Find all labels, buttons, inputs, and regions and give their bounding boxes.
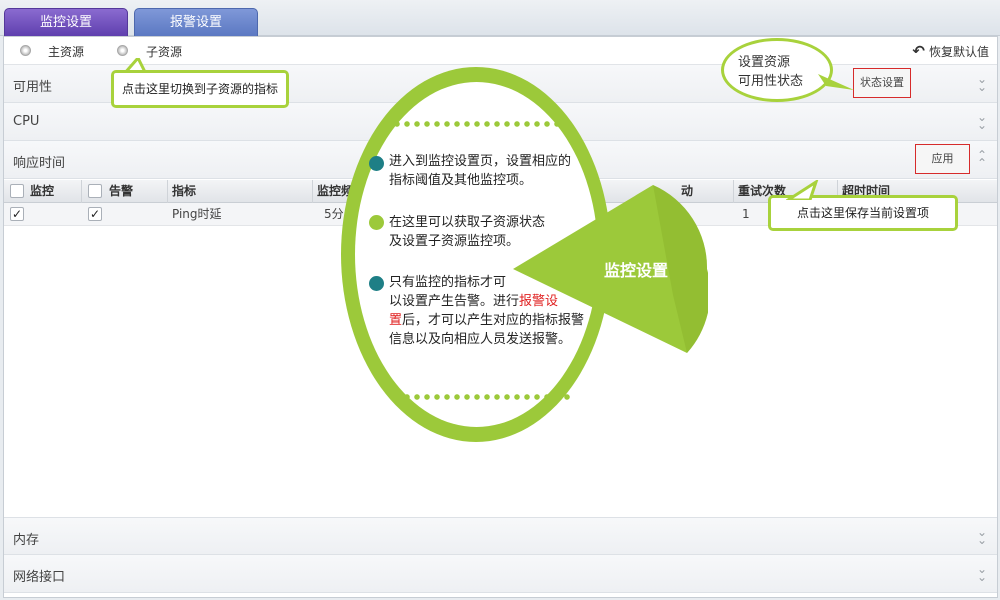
restore-defaults-label: 恢复默认值 [928, 45, 989, 59]
th-monitor: 监控 [26, 180, 82, 203]
alarm-settings-highlight: 报警设 [519, 294, 559, 309]
guide-item-1-line-1: 进入到监控设置页，设置相应的 [389, 154, 572, 169]
apply-button[interactable]: 应用 [915, 144, 970, 174]
chevron-down-icon[interactable]: ⌄ ⌄ [977, 563, 987, 583]
guide-item-2-line-2: 及设置子资源监控项。 [389, 234, 520, 249]
section-cpu-title: CPU [13, 114, 40, 129]
select-all-monitor-checkbox[interactable] [10, 184, 24, 198]
bubble-availability-status: 设置资源 可用性状态 [721, 38, 833, 102]
tab-monitor-settings[interactable]: 监控设置 [4, 8, 128, 36]
teal-bullet-icon [369, 276, 384, 291]
guide-item-3-line-3-text: 后，才可以产生对应的指标报警 [402, 313, 585, 328]
sub-resource-label[interactable]: 子资源 [146, 43, 182, 60]
resource-toggle-bar: 主资源 子资源 ↶ 恢复默认值 [4, 37, 997, 65]
main-resource-radio[interactable] [20, 45, 31, 56]
callout-switch-sub-resource: 点击这里切换到子资源的指标 [111, 70, 289, 108]
teal-bullet-icon [369, 156, 384, 171]
metric-retries: 1 [742, 207, 750, 221]
guide-dots-top [392, 121, 572, 127]
th-alarm: 告警 [105, 180, 168, 203]
monitor-checkbox[interactable]: ✓ [10, 207, 24, 221]
alarm-settings-highlight-end: 置 [389, 313, 403, 328]
guide-item-3-line-1: 只有监控的指标才可 [389, 275, 507, 290]
chevron-down-icon[interactable]: ⌄ ⌄ [977, 526, 987, 546]
callout-save-current: 点击这里保存当前设置项 [768, 195, 958, 231]
tab-alarm-settings[interactable]: 报警设置 [134, 8, 258, 36]
restore-defaults-button[interactable]: ↶ 恢复默认值 [912, 42, 989, 60]
guide-item-3-line-3: 置后，才可以产生对应的指标报警 [389, 311, 604, 330]
guide-dots-bottom [392, 394, 572, 400]
sub-resource-radio[interactable] [117, 45, 128, 56]
guide-title: 监控设置 [604, 261, 669, 280]
bubble-line-1: 设置资源 [738, 55, 791, 70]
guide-item-1: 进入到监控设置页，设置相应的 指标阈值及其他监控项。 [389, 152, 571, 190]
bubble-line-2: 可用性状态 [738, 74, 804, 89]
callout-pointer [786, 180, 819, 200]
bubble-pointer [818, 74, 854, 90]
guide-item-3-line-2-text: 以设置产生告警。进行 [389, 294, 520, 309]
section-network-title: 网络接口 [13, 570, 66, 585]
section-memory[interactable]: 内存 ⌄ ⌄ [4, 517, 997, 555]
top-tab-bar: 监控设置 报警设置 [0, 0, 1000, 36]
chevron-up-icon[interactable]: ⌃ ⌃ [977, 149, 987, 169]
guide-item-2-line-1: 在这里可以获取子资源状态 [389, 215, 546, 230]
chevron-down-icon[interactable]: ⌄ ⌄ [977, 111, 987, 131]
metric-frequency: 5分 [324, 207, 344, 221]
section-availability-title: 可用性 [13, 80, 53, 95]
guide-item-3: 只有监控的指标才可 以设置产生告警。进行报警设 置后，才可以产生对应的指标报警 … [389, 273, 604, 349]
section-network[interactable]: 网络接口 ⌄ ⌄ [4, 555, 997, 593]
section-memory-title: 内存 [13, 533, 40, 548]
status-settings-button[interactable]: 状态设置 [853, 68, 911, 98]
chevron-down-icon[interactable]: ⌄ ⌄ [977, 73, 987, 93]
th-metric: 指标 [168, 180, 313, 203]
green-bullet-icon [369, 215, 384, 230]
guide-item-3-line-2: 以设置产生告警。进行报警设 [389, 292, 604, 311]
alarm-checkbox[interactable]: ✓ [88, 207, 102, 221]
guide-item-2: 在这里可以获取子资源状态 及设置子资源监控项。 [389, 213, 545, 251]
main-resource-label[interactable]: 主资源 [48, 43, 84, 60]
metric-name: Ping时延 [172, 207, 222, 221]
undo-arrow-icon: ↶ [912, 42, 925, 60]
guide-item-3-line-4: 信息以及向相应人员发送报警。 [389, 332, 572, 347]
select-all-alarm-checkbox[interactable] [88, 184, 102, 198]
guide-item-1-line-2: 指标阈值及其他监控项。 [389, 173, 533, 188]
section-response-time-title: 响应时间 [13, 156, 66, 171]
